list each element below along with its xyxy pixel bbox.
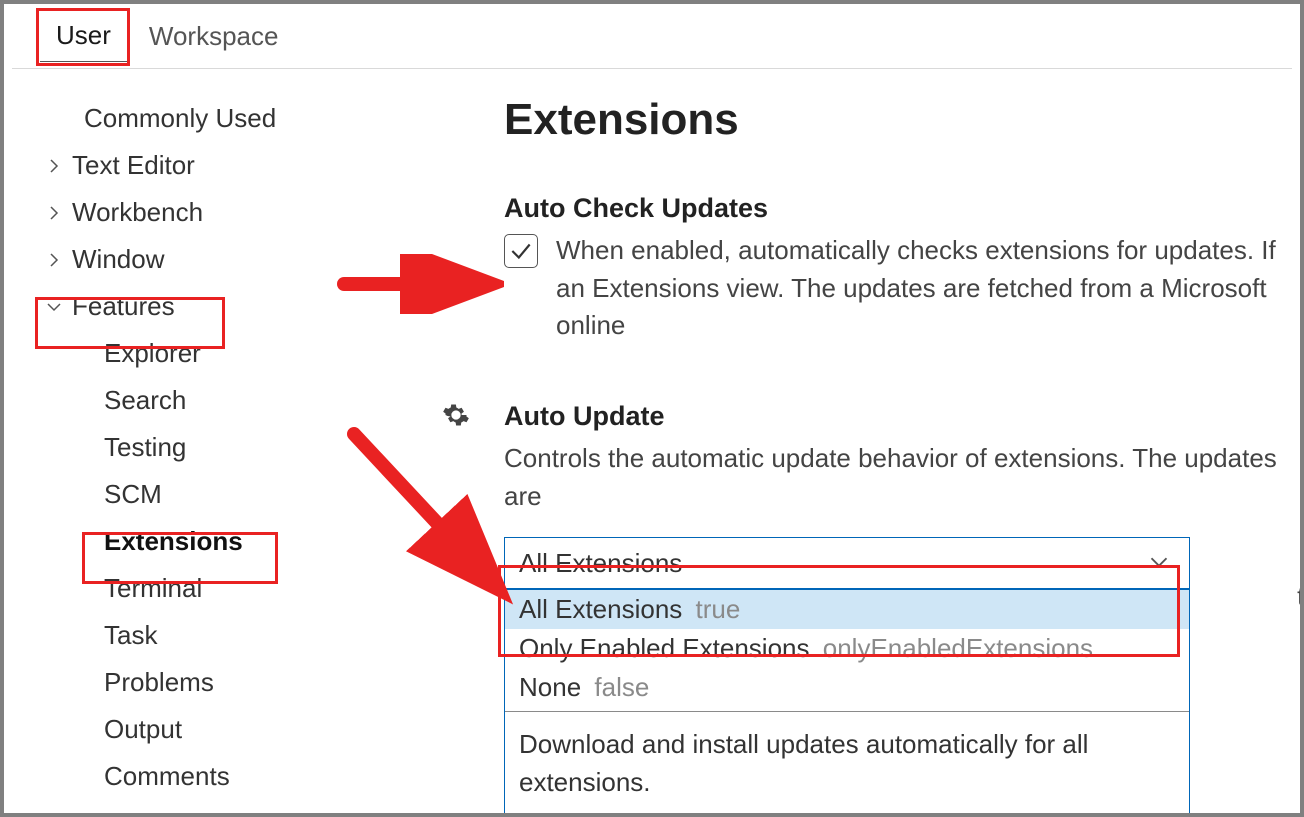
tree-item-commonly-used[interactable]: Commonly Used xyxy=(44,95,404,142)
select-value: All Extensions xyxy=(519,548,682,579)
tree-item-features[interactable]: Features xyxy=(44,283,404,330)
setting-title: Auto Update xyxy=(504,401,1300,432)
option-label: Only Enabled Extensions xyxy=(519,633,810,663)
setting-description: When enabled, automatically checks exten… xyxy=(556,232,1300,345)
tree-item-terminal[interactable]: Terminal xyxy=(44,565,404,612)
tree-item-output[interactable]: Output xyxy=(44,706,404,753)
chevron-right-icon xyxy=(44,156,64,176)
option-only-enabled[interactable]: Only Enabled Extensions onlyEnabledExten… xyxy=(505,629,1189,668)
chevron-right-icon xyxy=(44,250,64,270)
setting-auto-update: Auto Update Controls the automatic updat… xyxy=(504,401,1300,813)
tab-user[interactable]: User xyxy=(40,14,127,62)
checkbox-auto-check-updates[interactable] xyxy=(504,234,538,268)
check-icon xyxy=(508,238,534,264)
chevron-right-icon xyxy=(44,203,64,223)
tree-item-extensions[interactable]: Extensions xyxy=(44,518,404,565)
tree-label: Workbench xyxy=(72,197,203,228)
tree-item-scm[interactable]: SCM xyxy=(44,471,404,518)
settings-tree: Commonly Used Text Editor Workbench Wind… xyxy=(4,95,404,813)
setting-title: Auto Check Updates xyxy=(504,193,1300,224)
tree-label: Text Editor xyxy=(72,150,195,181)
settings-scope-tabs: User Workspace xyxy=(4,4,1300,68)
gear-icon[interactable] xyxy=(442,401,472,431)
chevron-down-icon xyxy=(44,297,64,317)
option-all-extensions[interactable]: All Extensions true xyxy=(505,590,1189,629)
cutoff-heading: Confirmed Uri Handler Extension Ids xyxy=(504,796,975,813)
option-value: onlyEnabledExtensions xyxy=(823,633,1093,663)
tree-item-task[interactable]: Task xyxy=(44,612,404,659)
tree-item-problems[interactable]: Problems xyxy=(44,659,404,706)
tab-workspace[interactable]: Workspace xyxy=(133,15,295,62)
tree-item-text-editor[interactable]: Text Editor xyxy=(44,142,404,189)
option-value: true xyxy=(696,594,741,624)
tree-label: Window xyxy=(72,244,164,275)
option-label: None xyxy=(519,672,581,702)
option-none[interactable]: None false xyxy=(505,668,1189,707)
settings-content: Extensions Auto Check Updates When enabl… xyxy=(404,95,1300,813)
setting-auto-check-updates: Auto Check Updates When enabled, automat… xyxy=(504,193,1300,345)
select-dropdown: All Extensions true Only Enabled Extensi… xyxy=(504,589,1190,813)
page-title: Extensions xyxy=(504,95,1300,145)
option-label: All Extensions xyxy=(519,594,682,624)
tree-item-search[interactable]: Search xyxy=(44,377,404,424)
tree-item-window[interactable]: Window xyxy=(44,236,404,283)
tree-item-comments[interactable]: Comments xyxy=(44,753,404,800)
tree-item-explorer[interactable]: Explorer xyxy=(44,330,404,377)
option-value: false xyxy=(594,672,649,702)
tree-item-workbench[interactable]: Workbench xyxy=(44,189,404,236)
setting-description: Controls the automatic update behavior o… xyxy=(504,440,1300,515)
select-auto-update[interactable]: All Extensions xyxy=(504,537,1190,589)
tree-item-testing[interactable]: Testing xyxy=(44,424,404,471)
tree-label: Features xyxy=(72,291,175,322)
clipped-text: tomatically xyxy=(1297,581,1300,612)
chevron-down-icon xyxy=(1149,548,1169,579)
